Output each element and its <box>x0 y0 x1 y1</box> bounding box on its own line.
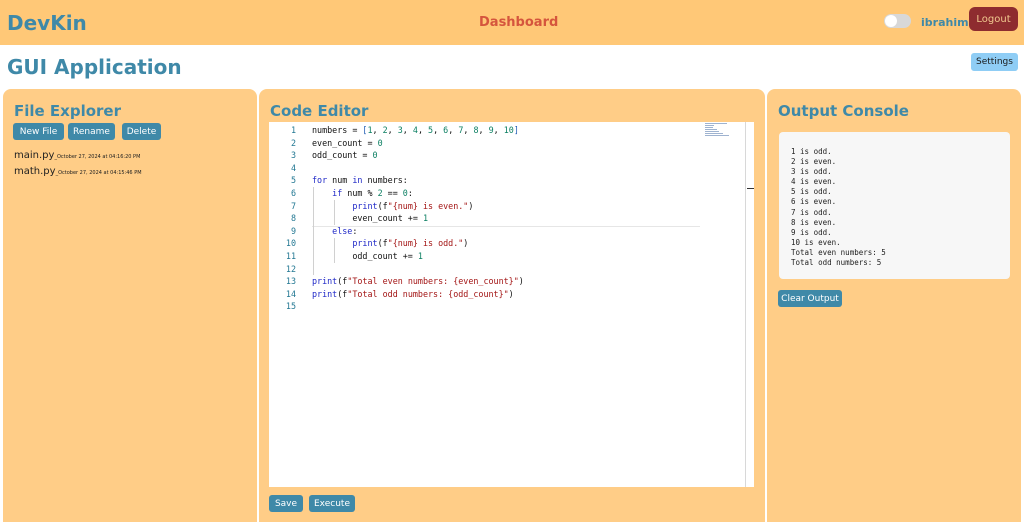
line-number: 15 <box>285 301 296 312</box>
console-line: 3 is odd. <box>791 167 832 177</box>
line-number: 13 <box>285 276 296 287</box>
code-editor-area[interactable]: 1 2 3 4 5 6 7 8 9 10 11 12 13 14 15 numbers = [1, 2, 3… <box>269 122 754 487</box>
file-item[interactable]: main.py_October 27, 2024 at 04:16:20 PM <box>14 150 140 161</box>
line-number: 4 <box>290 162 296 173</box>
console-line: 4 is even. <box>791 177 837 187</box>
scrollbar-marker <box>747 188 754 189</box>
file-explorer-title: File Explorer <box>14 102 121 120</box>
code-content[interactable]: numbers = [1, 2, 3, 4, 5, 6, 7, 8, 9, 10… <box>312 124 524 313</box>
file-timestamp: October 27, 2024 at 04:15:46 PM <box>58 170 142 176</box>
console-line: 10 is even. <box>791 237 841 247</box>
save-button[interactable]: Save <box>269 495 303 512</box>
console-line: 7 is odd. <box>791 207 832 217</box>
brand-logo[interactable]: DevKin <box>7 11 87 35</box>
console-line: 1 is odd. <box>791 147 832 156</box>
console-line: 6 is even. <box>791 197 837 207</box>
logout-button[interactable]: Logout <box>969 7 1018 31</box>
output-console-title: Output Console <box>778 102 909 120</box>
line-number-gutter: 1 2 3 4 5 6 7 8 9 10 11 12 13 14 15 <box>269 124 296 313</box>
line-number: 2 <box>290 137 296 148</box>
console-line: 9 is odd. <box>791 227 832 237</box>
console-line: 8 is even. <box>791 217 837 227</box>
console-line: 5 is odd. <box>791 187 832 197</box>
line-number: 12 <box>285 263 296 274</box>
delete-button[interactable]: Delete <box>122 123 161 140</box>
file-name: main.py <box>14 150 55 161</box>
console-line: Total odd numbers: 5 <box>791 258 882 268</box>
line-number: 1 <box>290 125 296 135</box>
new-file-button[interactable]: New File <box>13 123 64 140</box>
username-label: ibrahim <box>921 16 969 29</box>
theme-toggle[interactable] <box>884 14 911 28</box>
rename-button[interactable]: Rename <box>68 123 115 140</box>
line-number: 5 <box>290 175 296 186</box>
line-number: 11 <box>285 250 296 261</box>
line-number: 7 <box>290 200 296 211</box>
execute-button[interactable]: Execute <box>309 495 355 512</box>
line-number: 10 <box>285 238 296 249</box>
line-number: 3 <box>290 150 296 161</box>
clear-output-button[interactable]: Clear Output <box>778 290 842 307</box>
output-console-panel: Output Console 1 is odd. 2 is even. 3 is o… <box>767 89 1021 522</box>
nav-dashboard-link[interactable]: Dashboard <box>479 15 558 30</box>
file-item[interactable]: math.py_October 27, 2024 at 04:15:46 PM <box>14 166 142 177</box>
page-title: GUI Application <box>7 55 182 79</box>
file-timestamp: October 27, 2024 at 04:16:20 PM <box>56 154 141 160</box>
top-navbar: DevKin Dashboard ibrahim Logout <box>0 0 1024 45</box>
toggle-switch-icon <box>885 15 897 27</box>
line-number: 14 <box>285 288 296 299</box>
code-editor-title: Code Editor <box>270 102 369 120</box>
file-name: math.py <box>14 166 56 177</box>
line-number: 9 <box>290 225 296 236</box>
console-line: 2 is even. <box>791 157 837 167</box>
line-number: 6 <box>290 187 296 198</box>
console-line: Total even numbers: 5 <box>791 247 886 257</box>
file-explorer-panel: File Explorer New File Rename Delete mai… <box>3 89 257 522</box>
settings-button[interactable]: Settings <box>971 53 1018 71</box>
editor-scrollbar[interactable] <box>745 122 746 487</box>
output-console-box: 1 is odd. 2 is even. 3 is odd. 4 is even. 5 … <box>779 132 1010 279</box>
code-editor-panel: Code Editor 1 2 3 4 5 6 7 8 9 10 11 12 13 14 15 number… <box>259 89 765 522</box>
code-minimap[interactable] <box>705 122 731 136</box>
line-number: 8 <box>290 213 296 224</box>
